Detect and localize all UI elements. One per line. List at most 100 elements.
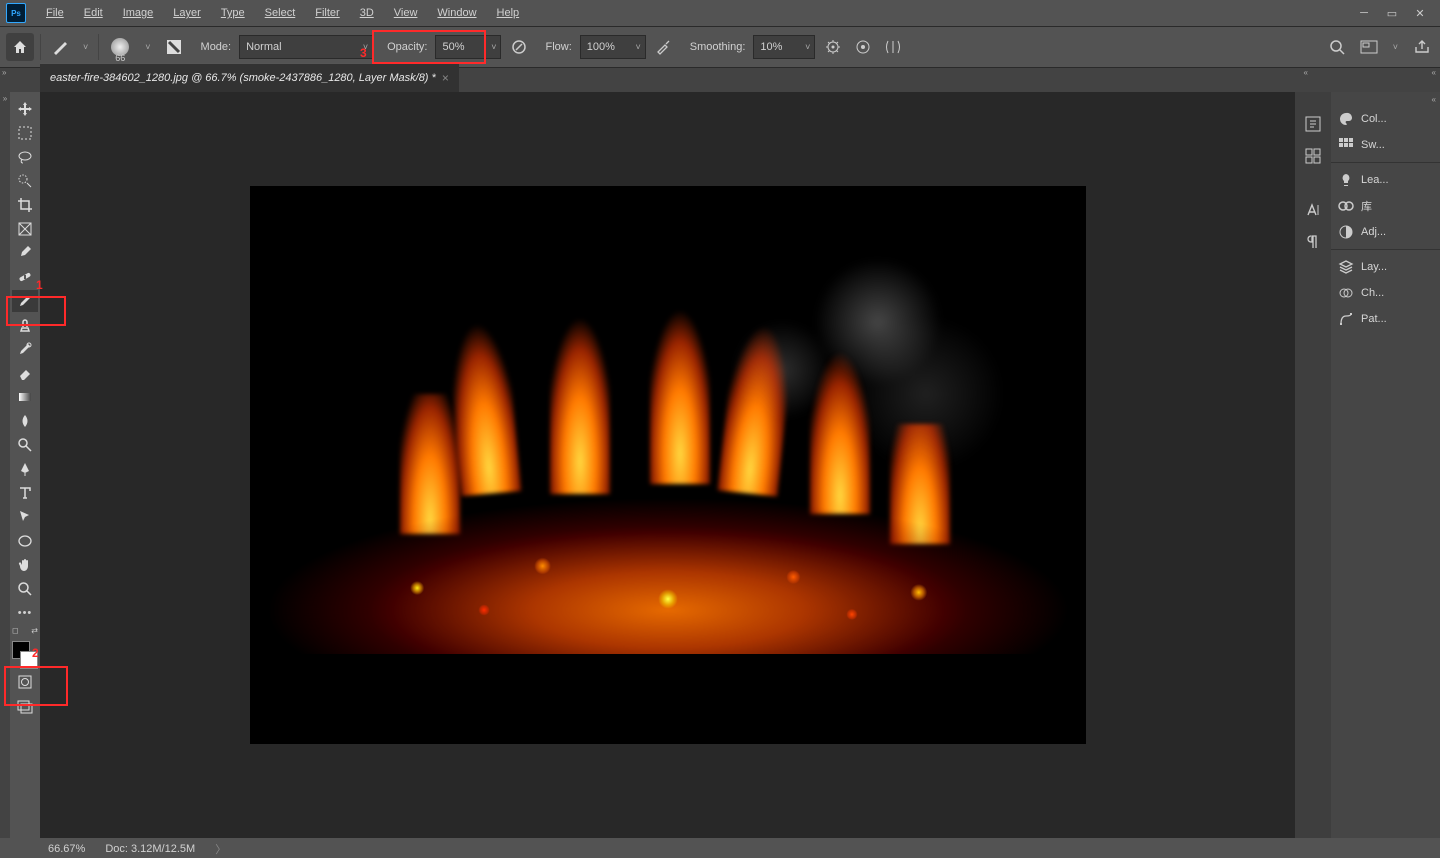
brush-tool-icon[interactable] xyxy=(47,36,73,58)
menu-edit[interactable]: Edit xyxy=(74,3,113,23)
hand-tool[interactable] xyxy=(12,554,38,576)
right-panel-column: « Col... Sw... Lea... 库 Adj... xyxy=(1295,92,1440,838)
tools-panel: ••• ◻⇄ xyxy=(10,92,40,838)
default-swap-colors[interactable]: ◻⇄ xyxy=(12,626,38,635)
panel-label: Adj... xyxy=(1361,226,1386,238)
adjustments-panel[interactable]: Adj... xyxy=(1331,219,1440,245)
smoothing-options-button[interactable] xyxy=(821,35,845,59)
menu-help[interactable]: Help xyxy=(487,3,530,23)
type-tool[interactable] xyxy=(12,482,38,504)
menu-type[interactable]: Type xyxy=(211,3,255,23)
menu-layer[interactable]: Layer xyxy=(163,3,211,23)
panel-list: « Col... Sw... Lea... 库 Adj... xyxy=(1331,92,1440,838)
marquee-tool[interactable] xyxy=(12,122,38,144)
palette-icon xyxy=(1337,111,1355,127)
paths-panel[interactable]: Pat... xyxy=(1331,306,1440,332)
libraries-panel[interactable]: 库 xyxy=(1331,193,1440,219)
sliders-icon xyxy=(1337,224,1355,240)
right-expand-handle-1[interactable]: « xyxy=(1304,68,1308,77)
window-restore-button[interactable]: ▭ xyxy=(1378,4,1406,22)
blur-tool[interactable] xyxy=(12,410,38,432)
menu-window[interactable]: Window xyxy=(427,3,486,23)
info-panel-icon[interactable] xyxy=(1298,142,1328,170)
tool-preset-picker[interactable]: ˅ xyxy=(79,42,92,52)
lasso-tool[interactable] xyxy=(12,146,38,168)
collapsed-panel-icons xyxy=(1295,92,1331,838)
share-button[interactable] xyxy=(1410,35,1434,59)
layers-panel[interactable]: Lay... xyxy=(1331,254,1440,280)
smoothing-input[interactable]: 10% ˅ xyxy=(753,35,815,59)
color-panel[interactable]: Col... xyxy=(1331,106,1440,132)
menu-3d[interactable]: 3D xyxy=(350,3,384,23)
opacity-value: 50% xyxy=(442,41,464,53)
pressure-opacity-toggle[interactable] xyxy=(507,35,531,59)
healing-brush-tool[interactable] xyxy=(12,266,38,288)
menu-file[interactable]: File xyxy=(36,3,74,23)
panel-label: Sw... xyxy=(1361,139,1385,151)
frame-tool[interactable] xyxy=(12,218,38,240)
move-tool[interactable] xyxy=(12,98,38,120)
eraser-tool[interactable] xyxy=(12,362,38,384)
edit-toolbar-button[interactable]: ••• xyxy=(12,602,38,624)
layers-icon xyxy=(1337,259,1355,275)
crop-tool[interactable] xyxy=(12,194,38,216)
brush-preset-picker[interactable]: 66 xyxy=(105,33,135,61)
menu-view[interactable]: View xyxy=(384,3,428,23)
zoom-level[interactable]: 66.67% xyxy=(48,843,85,855)
pressure-size-toggle[interactable] xyxy=(851,35,875,59)
cc-icon xyxy=(1337,198,1355,214)
pen-tool[interactable] xyxy=(12,458,38,480)
channels-panel[interactable]: Ch... xyxy=(1331,280,1440,306)
swatch-icon xyxy=(1337,137,1355,153)
brush-settings-toggle[interactable] xyxy=(161,36,187,58)
flow-value: 100% xyxy=(587,41,615,53)
status-chevron[interactable]: 〉 xyxy=(215,841,226,857)
airbrush-toggle[interactable] xyxy=(652,35,676,59)
swatches-panel[interactable]: Sw... xyxy=(1331,132,1440,158)
brush-tool[interactable] xyxy=(12,290,38,312)
panel-label: Lea... xyxy=(1361,174,1389,186)
paragraph-panel-icon[interactable] xyxy=(1298,228,1328,256)
document-canvas[interactable] xyxy=(250,186,1086,744)
window-close-button[interactable]: ✕ xyxy=(1406,4,1434,22)
toolbar-expand-handle[interactable]: » xyxy=(2,68,6,77)
blend-mode-select[interactable]: Normal ˅ xyxy=(239,35,373,59)
eyedropper-tool[interactable] xyxy=(12,242,38,264)
annotation-label-3: 3 xyxy=(360,46,367,60)
document-tab[interactable]: easter-fire-384602_1280.jpg @ 66.7% (smo… xyxy=(40,63,459,92)
flow-input[interactable]: 100% ˅ xyxy=(580,35,646,59)
doc-size[interactable]: Doc: 3.12M/12.5M xyxy=(105,843,195,855)
zoom-tool[interactable] xyxy=(12,578,38,600)
channels-icon xyxy=(1337,285,1355,301)
screen-mode-tool[interactable] xyxy=(12,695,38,717)
quick-select-tool[interactable] xyxy=(12,170,38,192)
right-expand-handle-2[interactable]: « xyxy=(1432,68,1436,77)
menu-select[interactable]: Select xyxy=(255,3,306,23)
home-button[interactable] xyxy=(6,33,34,61)
screen-mode-button[interactable] xyxy=(1357,35,1381,59)
menu-image[interactable]: Image xyxy=(113,3,164,23)
canvas-area[interactable] xyxy=(40,92,1295,838)
menu-filter[interactable]: Filter xyxy=(305,3,349,23)
opacity-input[interactable]: 50% ˅ xyxy=(435,35,501,59)
symmetry-button[interactable] xyxy=(881,35,905,59)
search-button[interactable] xyxy=(1325,35,1349,59)
character-panel-icon[interactable] xyxy=(1298,196,1328,224)
quick-mask-toggle[interactable] xyxy=(12,671,38,693)
flow-label: Flow: xyxy=(545,41,571,53)
dodge-tool[interactable] xyxy=(12,434,38,456)
panel-label: Lay... xyxy=(1361,261,1387,273)
window-minimize-button[interactable]: ─ xyxy=(1350,4,1378,22)
clone-stamp-tool[interactable] xyxy=(12,314,38,336)
properties-panel-icon[interactable] xyxy=(1298,110,1328,138)
learn-panel[interactable]: Lea... xyxy=(1331,167,1440,193)
screen-mode-chevron[interactable]: ˅ xyxy=(1389,42,1402,52)
close-tab-icon[interactable]: × xyxy=(442,71,449,85)
menubar: Ps File Edit Image Layer Type Select Fil… xyxy=(0,0,1440,27)
gradient-tool[interactable] xyxy=(12,386,38,408)
path-select-tool[interactable] xyxy=(12,506,38,528)
brush-preset-chevron[interactable]: ˅ xyxy=(141,42,154,52)
history-brush-tool[interactable] xyxy=(12,338,38,360)
blend-mode-value: Normal xyxy=(246,41,281,53)
shape-tool[interactable] xyxy=(12,530,38,552)
